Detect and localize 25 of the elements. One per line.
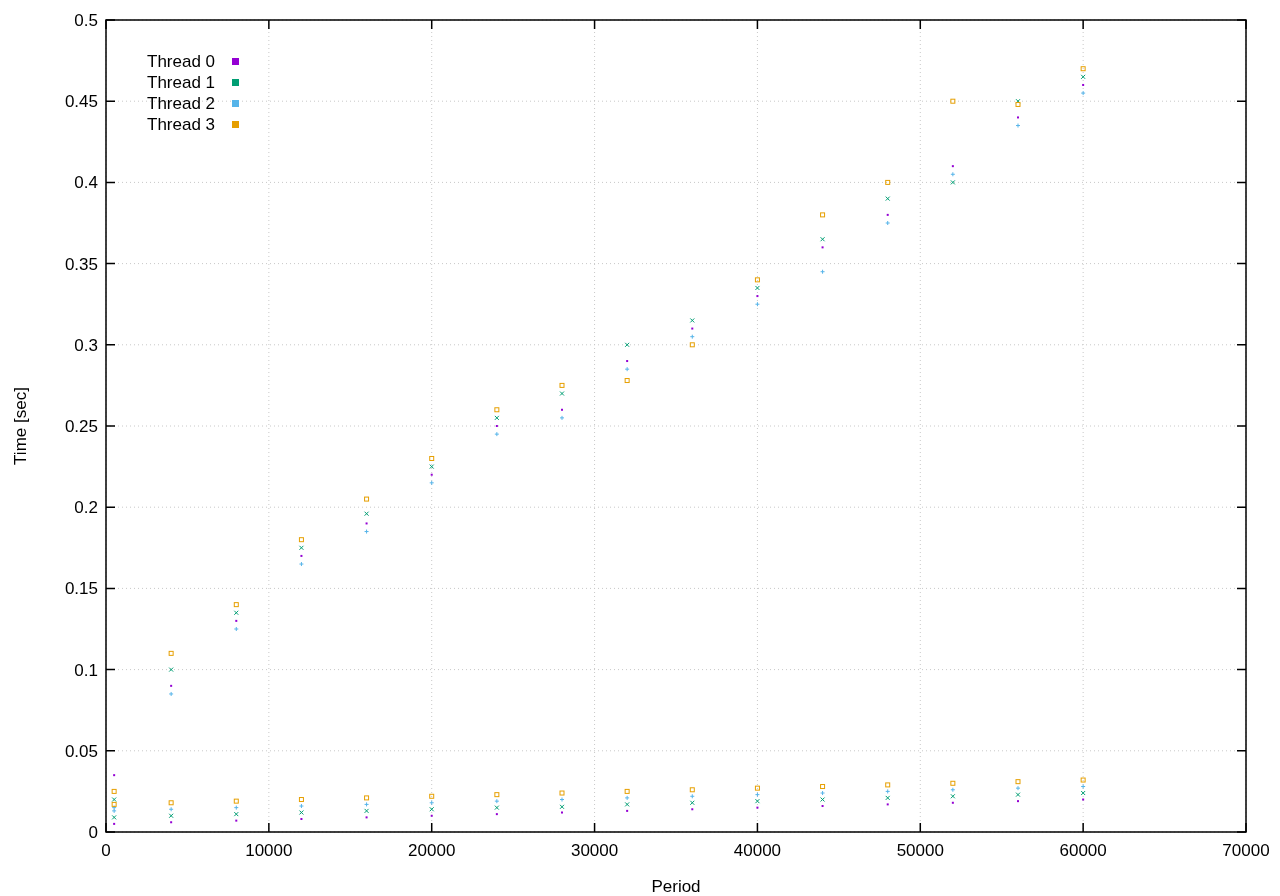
y-tick-label: 0.15 [64, 579, 98, 599]
y-tick-label: 0.2 [74, 498, 98, 518]
y-axis-title: Time [sec] [11, 387, 30, 465]
y-tick-label: 0.4 [74, 173, 98, 193]
y-tick-label: 0.1 [74, 660, 98, 680]
y-tick-label: 0.25 [64, 417, 98, 436]
legend-label: Thread 0 [147, 52, 216, 71]
x-tick-label: 50000 [896, 841, 944, 860]
y-tick-label: 0.3 [74, 335, 98, 355]
legend-label: Thread 2 [147, 94, 216, 113]
legend-label: Thread 1 [147, 73, 216, 92]
legend-label: Thread 3 [147, 115, 216, 134]
x-tick-label: 10000 [245, 841, 293, 860]
x-tick-label: 70000 [1222, 841, 1270, 860]
y-tick-label: 0.35 [64, 254, 98, 274]
y-tick-label: 0.45 [64, 92, 98, 112]
y-tick-label: 0.5 [74, 11, 98, 30]
x-tick-label: 0 [101, 841, 111, 860]
x-tick-label: 60000 [1059, 841, 1107, 860]
x-tick-label: 40000 [733, 841, 782, 860]
x-axis-title: Period [651, 877, 701, 896]
x-tick-label: 20000 [408, 841, 456, 860]
y-tick-label: 0.05 [64, 741, 98, 761]
x-tick-label: 30000 [570, 841, 619, 860]
y-tick-label: 0 [88, 823, 98, 842]
